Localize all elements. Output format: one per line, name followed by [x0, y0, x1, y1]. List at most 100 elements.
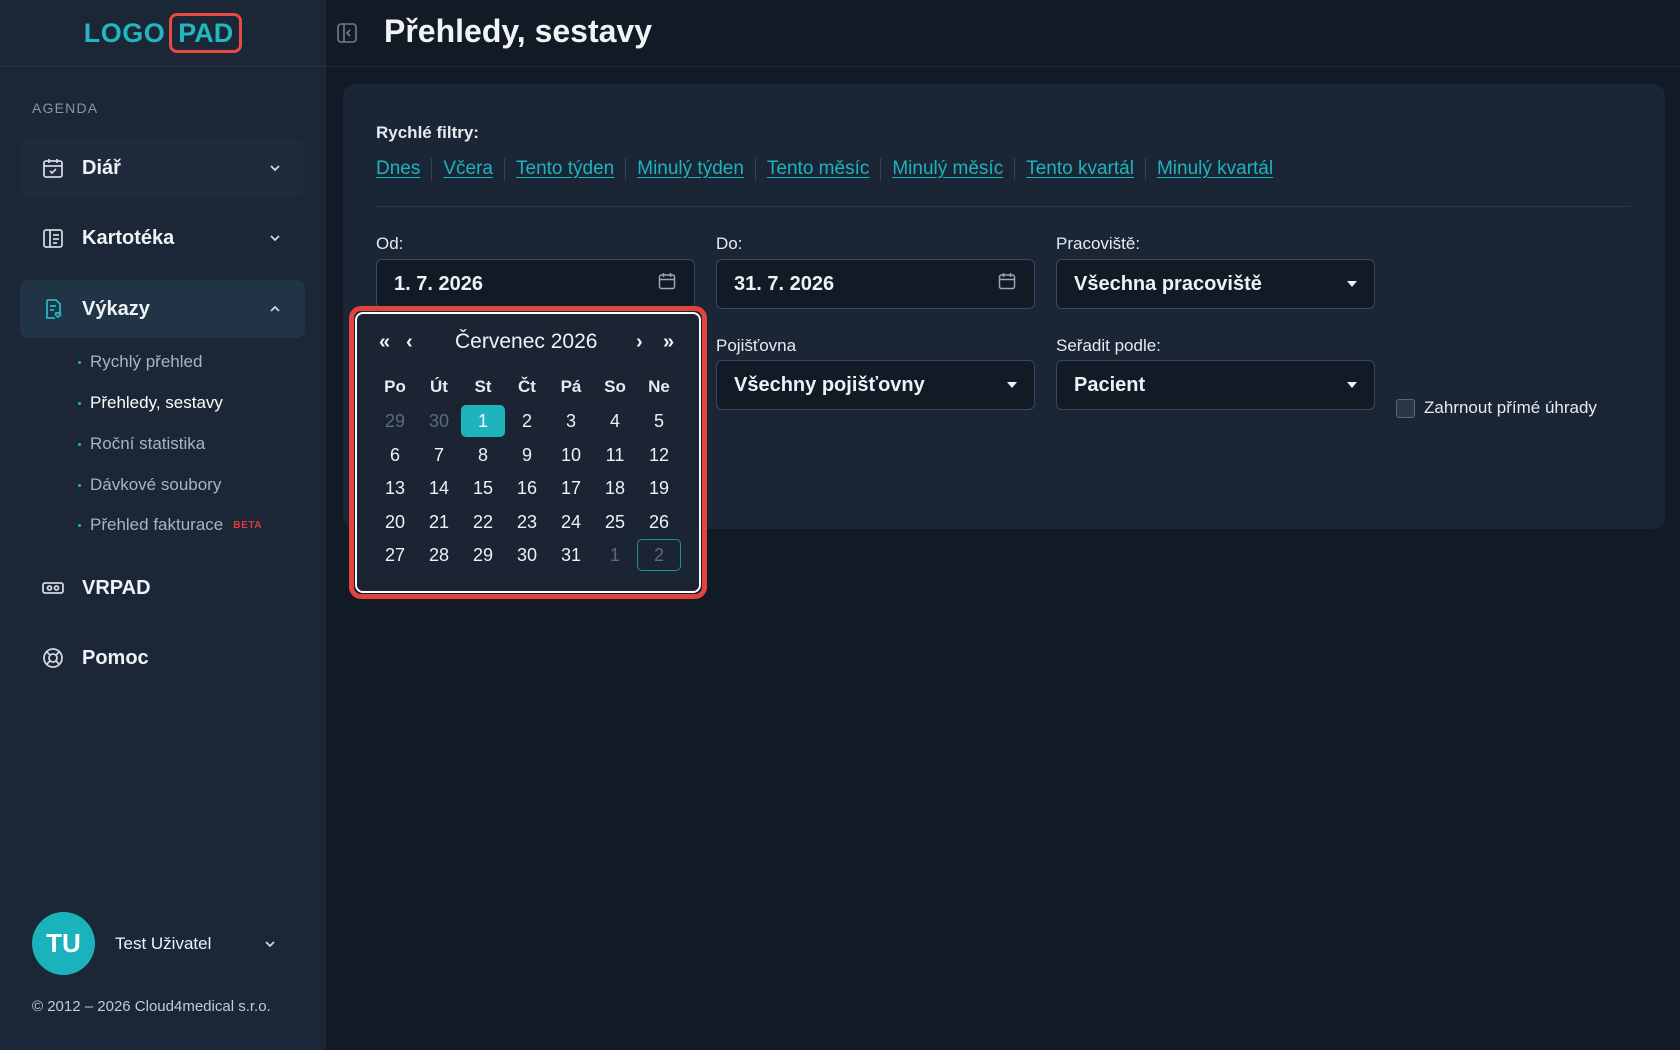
calendar-day[interactable]: 20	[373, 506, 417, 538]
quick-filter-minuly-kvartal[interactable]: Minulý kvartál	[1157, 158, 1273, 180]
bullet-dot-icon	[78, 442, 81, 446]
calendar-day[interactable]: 4	[593, 405, 637, 437]
chevron-up-icon	[265, 299, 285, 319]
calendar-day[interactable]: 9	[505, 439, 549, 471]
quick-filter-tento-tyden[interactable]: Tento týden	[516, 158, 614, 180]
separator	[504, 158, 505, 180]
sidebar-item-label: VRPAD	[82, 576, 151, 599]
separator	[625, 158, 627, 180]
calendar-day[interactable]: 18	[593, 472, 637, 504]
sidebar-item-pomoc[interactable]: Pomoc	[20, 629, 305, 687]
calendar-day[interactable]: 29	[461, 539, 505, 571]
calendar-day[interactable]: 6	[373, 439, 417, 471]
calendar-day[interactable]: 10	[549, 439, 593, 471]
calendar-day[interactable]: 17	[549, 472, 593, 504]
calendar-day[interactable]: 29	[373, 405, 417, 437]
calendar-day[interactable]: 24	[549, 506, 593, 538]
from-date-input[interactable]: 1. 7. 2026	[376, 259, 695, 309]
calendar-day[interactable]: 2	[505, 405, 549, 437]
dropdown-caret-icon	[1347, 281, 1357, 287]
calendar-day[interactable]: 22	[461, 506, 505, 538]
logo-pad-box: PAD	[169, 13, 243, 53]
quick-filter-tento-mesic[interactable]: Tento měsíc	[767, 158, 869, 180]
subitem-label: Přehledy, sestavy	[90, 393, 223, 412]
sidebar-subitem-rocni-statistika[interactable]: Roční statistika	[78, 434, 205, 454]
calendar-day[interactable]: 21	[417, 506, 461, 538]
calendar-day[interactable]: 14	[417, 472, 461, 504]
quick-filter-vcera[interactable]: Včera	[443, 158, 493, 180]
next-year-button[interactable]: »	[663, 331, 674, 354]
calendar-day[interactable]: 11	[593, 439, 637, 471]
user-menu[interactable]: TU Test Uživatel	[32, 912, 280, 975]
calendar-day[interactable]: 5	[637, 405, 681, 437]
workplace-select[interactable]: Všechna pracoviště	[1056, 259, 1375, 309]
bullet-dot-icon	[78, 360, 81, 364]
workplace-value: Všechna pracoviště	[1074, 272, 1262, 295]
weekday-header: Út	[430, 377, 448, 396]
sidebar-item-diar[interactable]: Diář	[20, 139, 305, 197]
calendar-day[interactable]: 26	[637, 506, 681, 538]
calendar-day[interactable]: 15	[461, 472, 505, 504]
calendar-icon[interactable]	[997, 271, 1017, 297]
bullet-dot-icon	[78, 523, 81, 527]
user-name: Test Uživatel	[115, 933, 212, 953]
weekday-header: Čt	[518, 377, 536, 396]
sidebar-subitem-davkove-soubory[interactable]: Dávkové soubory	[78, 475, 221, 495]
direct-payments-checkbox-row[interactable]: Zahrnout přímé úhrady	[1396, 398, 1597, 418]
calendar-day[interactable]: 3	[549, 405, 593, 437]
calendar-day[interactable]: 12	[637, 439, 681, 471]
calendar-day[interactable]: 1	[593, 539, 637, 571]
calendar-day[interactable]: 27	[373, 539, 417, 571]
calendar-icon[interactable]	[657, 271, 677, 297]
calendar-day[interactable]: 30	[505, 539, 549, 571]
weekday-header: Ne	[648, 377, 670, 396]
calendar-day[interactable]: 19	[637, 472, 681, 504]
lifebuoy-icon	[40, 645, 66, 671]
calendar-day[interactable]: 13	[373, 472, 417, 504]
prev-month-button[interactable]: ‹	[406, 331, 413, 354]
to-date-value: 31. 7. 2026	[734, 272, 835, 295]
calendar-day[interactable]: 28	[417, 539, 461, 571]
calendar-day[interactable]: 31	[549, 539, 593, 571]
sidebar-subitem-prehledy-sestavy[interactable]: Přehledy, sestavy	[78, 393, 223, 413]
calendar-day[interactable]: 30	[417, 405, 461, 437]
calendar-day[interactable]: 7	[417, 439, 461, 471]
sidebar-subitem-prehled-fakturace[interactable]: Přehled fakturace BETA	[78, 515, 262, 535]
sort-select[interactable]: Pacient	[1056, 360, 1375, 410]
report-icon	[40, 296, 66, 322]
sort-label: Seřadit podle:	[1056, 336, 1161, 355]
quick-filter-minuly-mesic[interactable]: Minulý měsíc	[892, 158, 1003, 180]
insurance-select[interactable]: Všechny pojišťovny	[716, 360, 1035, 410]
prev-year-button[interactable]: «	[379, 331, 390, 354]
next-month-button[interactable]: ›	[636, 331, 643, 354]
direct-payments-checkbox[interactable]	[1396, 398, 1415, 418]
workplace-label: Pracoviště:	[1056, 234, 1141, 253]
weekday-header: So	[604, 377, 626, 396]
sidebar-collapse-icon[interactable]	[336, 22, 358, 44]
calendar-month-title[interactable]: Červenec 2026	[455, 330, 597, 354]
card-index-icon	[40, 225, 66, 251]
quick-filter-minuly-tyden[interactable]: Minulý týden	[637, 158, 744, 180]
from-date-value: 1. 7. 2026	[394, 272, 483, 295]
calendar-day[interactable]: 23	[505, 506, 549, 538]
bullet-dot-icon	[78, 401, 81, 405]
sidebar-item-kartoteka[interactable]: Kartotéka	[20, 209, 305, 267]
to-date-input[interactable]: 31. 7. 2026	[716, 259, 1035, 309]
sidebar-item-vrpad[interactable]: VRPAD	[20, 559, 305, 617]
logo[interactable]: LOGO PAD	[0, 0, 326, 67]
calendar-check-icon	[40, 155, 66, 181]
calendar-day[interactable]: 1	[461, 405, 505, 437]
weekday-header: Po	[384, 377, 406, 396]
quick-filter-tento-kvartal[interactable]: Tento kvartál	[1026, 158, 1134, 180]
calendar-day[interactable]: 8	[461, 439, 505, 471]
calendar-day[interactable]: 2	[637, 539, 681, 571]
separator	[754, 158, 756, 180]
insurance-label: Pojišťovna	[716, 336, 797, 355]
sidebar-item-vykazy[interactable]: Výkazy	[20, 280, 305, 338]
quick-filter-dnes[interactable]: Dnes	[376, 158, 420, 180]
calendar-day[interactable]: 16	[505, 472, 549, 504]
sidebar-subitem-rychly-prehled[interactable]: Rychlý přehled	[78, 352, 202, 372]
separator	[1014, 158, 1016, 180]
calendar-day[interactable]: 25	[593, 506, 637, 538]
separator	[1144, 158, 1146, 180]
